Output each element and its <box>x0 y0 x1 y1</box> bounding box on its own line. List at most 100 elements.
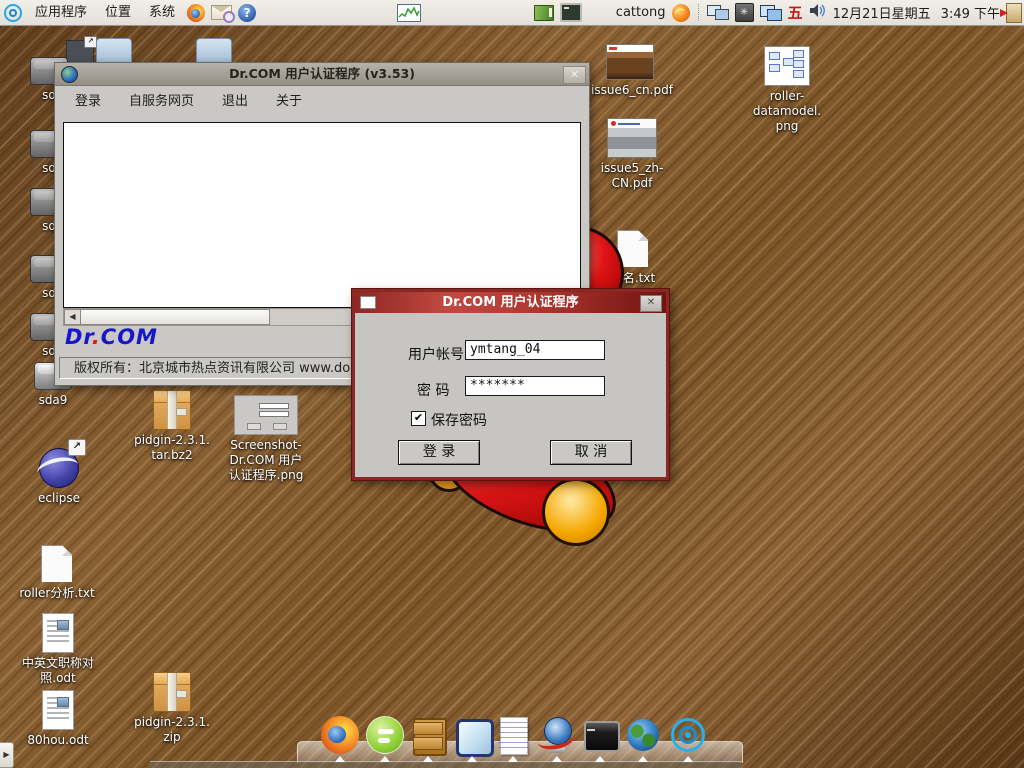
dock-item-globe-stand[interactable] <box>538 716 576 762</box>
ring-inner <box>9 9 17 17</box>
terminal-icon[interactable] <box>560 3 582 22</box>
eclipse-swoosh <box>35 454 81 484</box>
running-indicator <box>380 756 390 762</box>
mascot-yellow-ball <box>542 478 610 546</box>
firefox-globe <box>328 726 346 743</box>
im-status-icon[interactable] <box>672 4 690 22</box>
dock-item-terminal[interactable] <box>581 716 619 762</box>
pdf-thumbnail-icon <box>607 118 657 158</box>
help-icon[interactable]: ? <box>238 4 256 22</box>
menu-places[interactable]: 位置 <box>96 0 140 25</box>
save-password-checkbox[interactable]: ✔ <box>411 411 426 426</box>
thumb-field <box>259 411 289 417</box>
dock-item-file-cabinet[interactable] <box>409 716 447 762</box>
terminal-screen <box>584 721 620 752</box>
menu-login[interactable]: 登录 <box>75 90 101 109</box>
box-label <box>176 690 187 698</box>
wubi-indicator[interactable]: 五 <box>788 2 803 23</box>
network-icon[interactable] <box>707 4 729 21</box>
logout-door-icon[interactable] <box>1006 3 1022 23</box>
panel-show-button[interactable]: ▶ <box>0 742 14 768</box>
menu-applications[interactable]: 应用程序 <box>26 0 96 25</box>
scribbles <box>498 722 528 748</box>
dock-item-notes[interactable] <box>494 716 532 762</box>
odt-document-icon <box>42 613 74 653</box>
page-fold <box>638 231 648 241</box>
dialog-window-icon <box>360 296 376 309</box>
box-label <box>176 408 187 416</box>
icon-label: pidgin-2.3.1. tar.bz2 <box>133 433 211 463</box>
menu-about[interactable]: 关于 <box>276 90 302 109</box>
scroll-left-button[interactable]: ◀ <box>64 309 81 325</box>
desktop-icon-screenshot-png[interactable]: Screenshot- Dr.COM 用户 认证程序.png <box>227 395 305 483</box>
password-label: 密 码 <box>417 380 449 400</box>
system-monitor-applet[interactable] <box>397 4 421 22</box>
globe-stand-icon <box>538 716 576 754</box>
desktop-icon-pidgin-tarbz2[interactable]: pidgin-2.3.1. tar.bz2 <box>133 390 211 463</box>
scrollbar-thumb[interactable] <box>81 309 270 325</box>
dock-item-green-app[interactable] <box>366 716 404 762</box>
menu-exit[interactable]: 退出 <box>222 90 248 109</box>
diagram-box <box>793 60 804 68</box>
desktop-icon-roller-txt[interactable]: roller分析.txt <box>18 545 96 601</box>
dock-item-blue-cube[interactable] <box>453 716 491 762</box>
red-orbit <box>535 724 577 752</box>
monitor-graph <box>398 5 420 21</box>
cancel-button[interactable]: 取 消 <box>550 440 632 465</box>
icon-label: issue6_cn.pdf <box>591 83 669 98</box>
page-fold <box>62 546 72 556</box>
account-input[interactable]: ymtang_04 <box>465 340 605 360</box>
archive-icon <box>153 390 191 430</box>
earth-swoosh-icon <box>624 719 662 757</box>
desktop-icon-eclipse[interactable]: ↗ eclipse <box>20 448 98 506</box>
pdf-thumbnail-icon <box>606 44 654 80</box>
logo-dot: . <box>92 325 101 349</box>
scim-icon[interactable]: ✳ <box>735 3 754 22</box>
username-label: cattong <box>616 5 666 20</box>
volume-icon[interactable] <box>809 3 827 22</box>
tray-separator <box>698 4 699 21</box>
dock-item-firefox[interactable] <box>321 716 359 762</box>
desktop-icon-80hou-odt[interactable]: 80hou.odt <box>19 690 97 748</box>
desktop-icon-zhongyingwen-odt[interactable]: 中英文职称对 照.odt <box>19 613 97 686</box>
running-indicator <box>467 756 477 762</box>
thumb-button <box>273 423 287 430</box>
dock-item-blue-rings[interactable] <box>669 716 707 762</box>
ring-center <box>685 732 691 738</box>
doc-image <box>57 620 69 630</box>
thumb-logo <box>611 121 616 126</box>
dialog-close-button[interactable]: ✕ <box>640 295 662 312</box>
glyph-bar <box>378 738 390 743</box>
blue-rings-icon <box>669 716 707 754</box>
desktop: 应用程序 位置 系统 ? cattong ✳ 五 <box>0 0 1024 768</box>
dictionary-book-icon[interactable] <box>534 5 554 21</box>
date-label[interactable]: 12月21日星期五 <box>833 3 931 22</box>
eclipse-icon: ↗ <box>39 448 79 488</box>
diagram-box <box>769 64 780 72</box>
display-icon[interactable] <box>760 5 782 21</box>
drawer <box>413 737 443 750</box>
desktop-icon-roller-datamodel[interactable]: roller- datamodel. png <box>748 46 826 134</box>
globe-window-icon <box>61 66 78 83</box>
mail-clock-icon[interactable] <box>211 5 232 20</box>
firefox-icon[interactable] <box>187 4 205 22</box>
close-button[interactable]: ✕ <box>563 66 586 84</box>
time-label[interactable]: 3:49 下午 <box>941 3 1000 22</box>
dock-item-earth[interactable] <box>624 716 662 762</box>
menu-system[interactable]: 系统 <box>140 0 184 25</box>
icon-label: sda9 <box>14 393 92 408</box>
blue-cube-icon <box>453 719 491 757</box>
desktop-icon-issue6-pdf[interactable]: issue6_cn.pdf <box>591 44 669 98</box>
main-window-titlebar[interactable]: Dr.COM 用户认证程序 (v3.53) <box>55 63 589 86</box>
login-button[interactable]: 登 录 <box>398 440 480 465</box>
menu-selfservice[interactable]: 自服务网页 <box>129 90 194 109</box>
main-menu-rings-icon[interactable] <box>3 3 23 23</box>
account-label: 用户帐号 <box>408 344 464 364</box>
desktop-icon-pidgin-zip[interactable]: pidgin-2.3.1. zip <box>133 672 211 745</box>
desktop-icon-issue5-pdf[interactable]: issue5_zh- CN.pdf <box>593 118 671 191</box>
drawer <box>413 722 443 735</box>
running-indicator <box>508 756 518 762</box>
dialog-titlebar[interactable]: Dr.COM 用户认证程序 <box>355 292 666 313</box>
password-input[interactable]: ******* <box>465 376 605 396</box>
im-swirl <box>673 6 687 21</box>
